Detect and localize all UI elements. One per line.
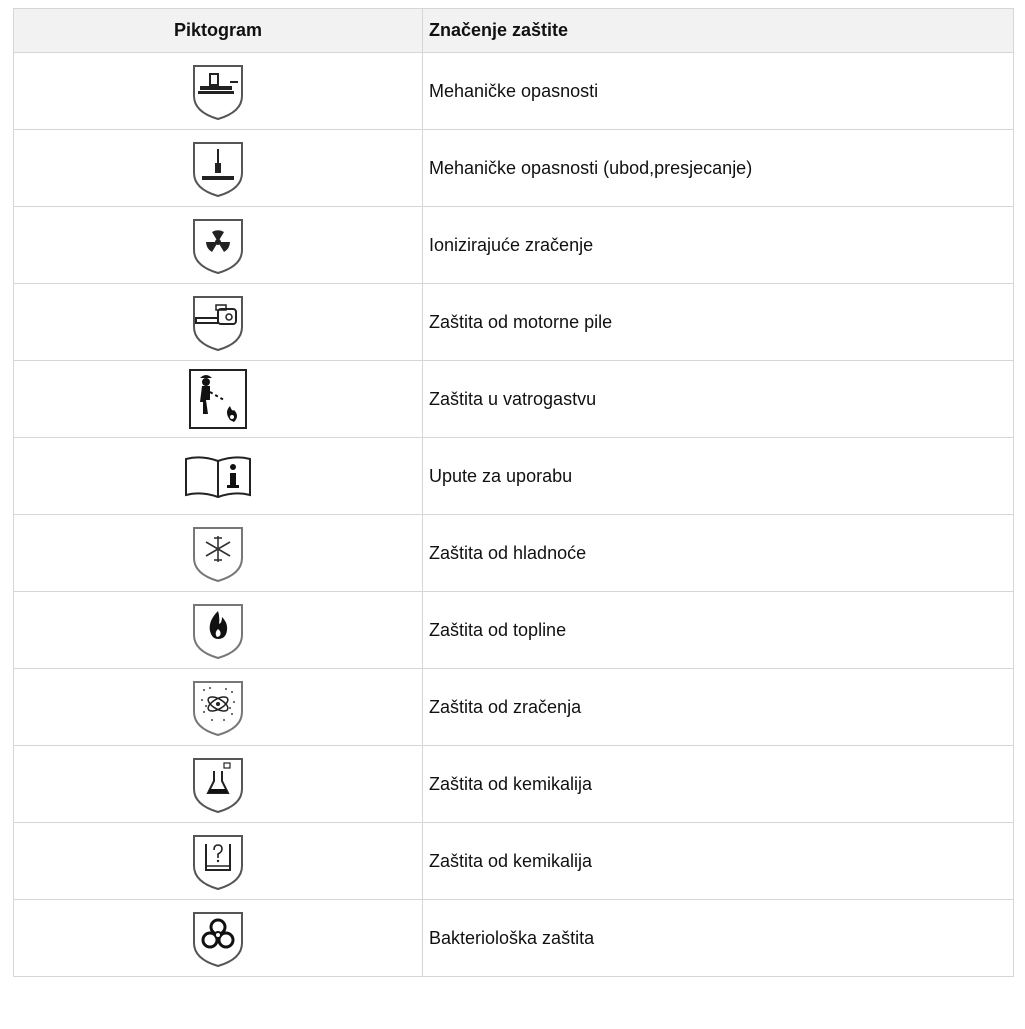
table-row: Upute za uporabu (13, 437, 1014, 515)
table-row: Zaštita od topline (13, 591, 1014, 669)
instruction-book-icon (185, 456, 251, 499)
table-row: Zaštita od hladnoće (13, 514, 1014, 592)
flame-icon (193, 604, 243, 660)
chemical-beaker-question-icon (193, 835, 243, 891)
table-header-row: Piktogram Značenje zaštite (13, 8, 1014, 53)
mechanical-hazard-icon (193, 65, 243, 121)
knife-cut-icon (193, 142, 243, 198)
table-cell-label: Bakteriološka zaštita (422, 899, 1014, 977)
table-cell-label: Upute za uporabu (422, 437, 1014, 515)
table-row: Mehaničke opasnosti (ubod,presjecanje) (13, 129, 1014, 207)
table-cell-label: Zaštita od motorne pile (422, 283, 1014, 361)
table-row: Mehaničke opasnosti (13, 52, 1014, 130)
header-pictogram: Piktogram (13, 8, 423, 53)
radiation-trefoil-icon (193, 219, 243, 275)
biohazard-icon (193, 912, 243, 968)
table-cell-label: Ionizirajuće zračenje (422, 206, 1014, 284)
firefighter-icon (189, 369, 247, 429)
table-cell-label: Zaštita od zračenja (422, 668, 1014, 746)
table-row: Ionizirajuće zračenje (13, 206, 1014, 284)
table-cell-label: Mehaničke opasnosti (ubod,presjecanje) (422, 129, 1014, 207)
header-meaning: Značenje zaštite (422, 8, 1014, 53)
table-row: Zaštita od motorne pile (13, 283, 1014, 361)
table-row: Zaštita od kemikalija (13, 745, 1014, 823)
chainsaw-icon (193, 296, 243, 352)
table-cell-label: Zaštita od kemikalija (422, 822, 1014, 900)
table-cell-label: Mehaničke opasnosti (422, 52, 1014, 130)
pictogram-table: Piktogram Značenje zaštite Mehaničke opa… (13, 8, 1014, 977)
table-cell-label: Zaštita od hladnoće (422, 514, 1014, 592)
table-cell-label: Zaštita u vatrogastvu (422, 360, 1014, 438)
table-row: Bakteriološka zaštita (13, 899, 1014, 977)
table-row: Zaštita od kemikalija (13, 822, 1014, 900)
table-cell-label: Zaštita od topline (422, 591, 1014, 669)
table-cell-label: Zaštita od kemikalija (422, 745, 1014, 823)
table-row: Zaštita od zračenja (13, 668, 1014, 746)
contamination-radiation-icon (193, 681, 243, 737)
chemical-flask-icon (193, 758, 243, 814)
table-row: Zaštita u vatrogastvu (13, 360, 1014, 438)
snowflake-icon (193, 527, 243, 583)
